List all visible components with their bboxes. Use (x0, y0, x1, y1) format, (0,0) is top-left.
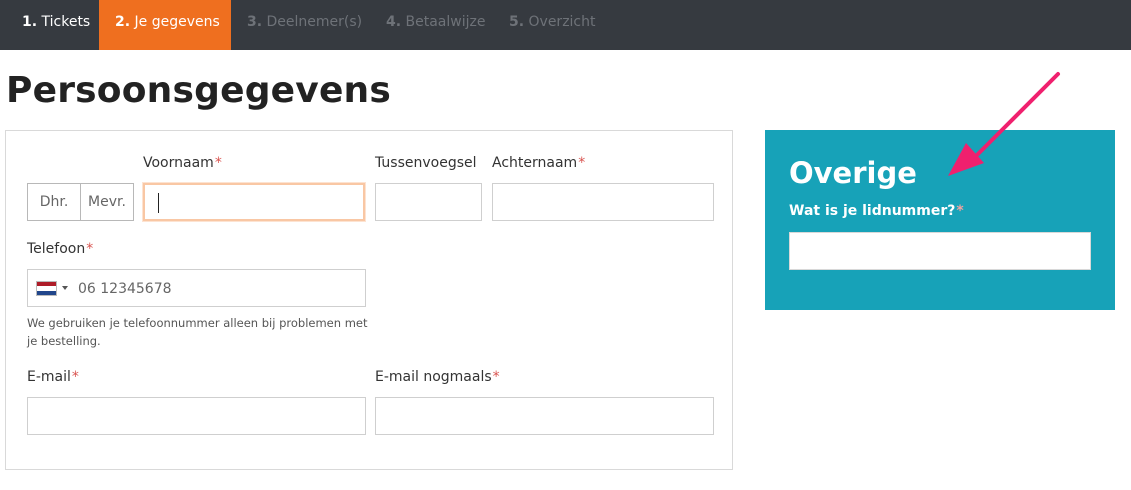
step-overzicht[interactable]: 5. Overzicht (509, 0, 596, 50)
step-number: 1. (22, 14, 38, 30)
step-label: Deelnemer(s) (266, 14, 363, 30)
infix-label: Tussenvoegsel (375, 155, 477, 171)
page-title: Persoonsgegevens (6, 70, 392, 111)
required-marker: * (956, 203, 964, 219)
email-repeat-label-text: E-mail nogmaals (375, 369, 492, 385)
step-je-gegevens[interactable]: 2. Je gegevens (99, 0, 231, 50)
first-name-label: Voornaam* (143, 155, 222, 171)
other-panel-title: Overige (789, 156, 917, 190)
step-number: 5. (509, 14, 525, 30)
step-number: 3. (247, 14, 263, 30)
first-name-label-text: Voornaam (143, 155, 214, 171)
step-label: Je gegevens (134, 14, 220, 30)
text-caret (158, 193, 159, 213)
step-label: Betaalwijze (405, 14, 486, 30)
infix-label-text: Tussenvoegsel (375, 155, 477, 171)
email-label: E-mail* (27, 369, 79, 385)
netherlands-flag-icon[interactable] (36, 281, 57, 296)
step-deelnemers[interactable]: 3. Deelnemer(s) (247, 0, 362, 50)
salutation-mevr-button[interactable]: Mevr. (80, 184, 133, 220)
step-label: Tickets (41, 14, 91, 30)
personal-details-form: Dhr. Mevr. Voornaam* Tussenvoegsel Achte… (5, 130, 733, 470)
email-repeat-label: E-mail nogmaals* (375, 369, 500, 385)
email-repeat-input[interactable] (375, 397, 714, 435)
salutation-dhr-button[interactable]: Dhr. (28, 184, 80, 220)
phone-field (27, 269, 366, 308)
step-navigation: 1. Tickets 2. Je gegevens 3. Deelnemer(s… (0, 0, 1131, 50)
last-name-input[interactable] (492, 183, 714, 221)
email-label-text: E-mail (27, 369, 71, 385)
phone-input[interactable] (76, 270, 360, 308)
last-name-label-text: Achternaam (492, 155, 578, 171)
required-marker: * (578, 155, 586, 171)
member-number-input[interactable] (789, 232, 1091, 270)
infix-input[interactable] (375, 183, 482, 221)
required-marker: * (492, 369, 500, 385)
last-name-label: Achternaam* (492, 155, 585, 171)
phone-help-text: We gebruiken je telefoonnummer alleen bi… (27, 316, 368, 348)
other-panel: Overige Wat is je lidnummer?* (765, 130, 1115, 310)
member-number-label-text: Wat is je lidnummer? (789, 203, 956, 219)
required-marker: * (86, 241, 94, 257)
step-number: 2. (115, 14, 131, 30)
email-input[interactable] (27, 397, 366, 435)
salutation-toggle: Dhr. Mevr. (27, 183, 134, 221)
step-number: 4. (386, 14, 402, 30)
required-marker: * (214, 155, 222, 171)
member-number-label: Wat is je lidnummer?* (789, 203, 964, 219)
step-tickets[interactable]: 1. Tickets (22, 0, 90, 50)
phone-label-text: Telefoon (27, 241, 86, 257)
required-marker: * (71, 369, 79, 385)
first-name-input[interactable] (143, 183, 365, 221)
phone-label: Telefoon* (27, 241, 93, 257)
step-label: Overzicht (528, 14, 596, 30)
chevron-down-icon[interactable] (62, 286, 68, 290)
step-betaalwijze[interactable]: 4. Betaalwijze (386, 0, 485, 50)
